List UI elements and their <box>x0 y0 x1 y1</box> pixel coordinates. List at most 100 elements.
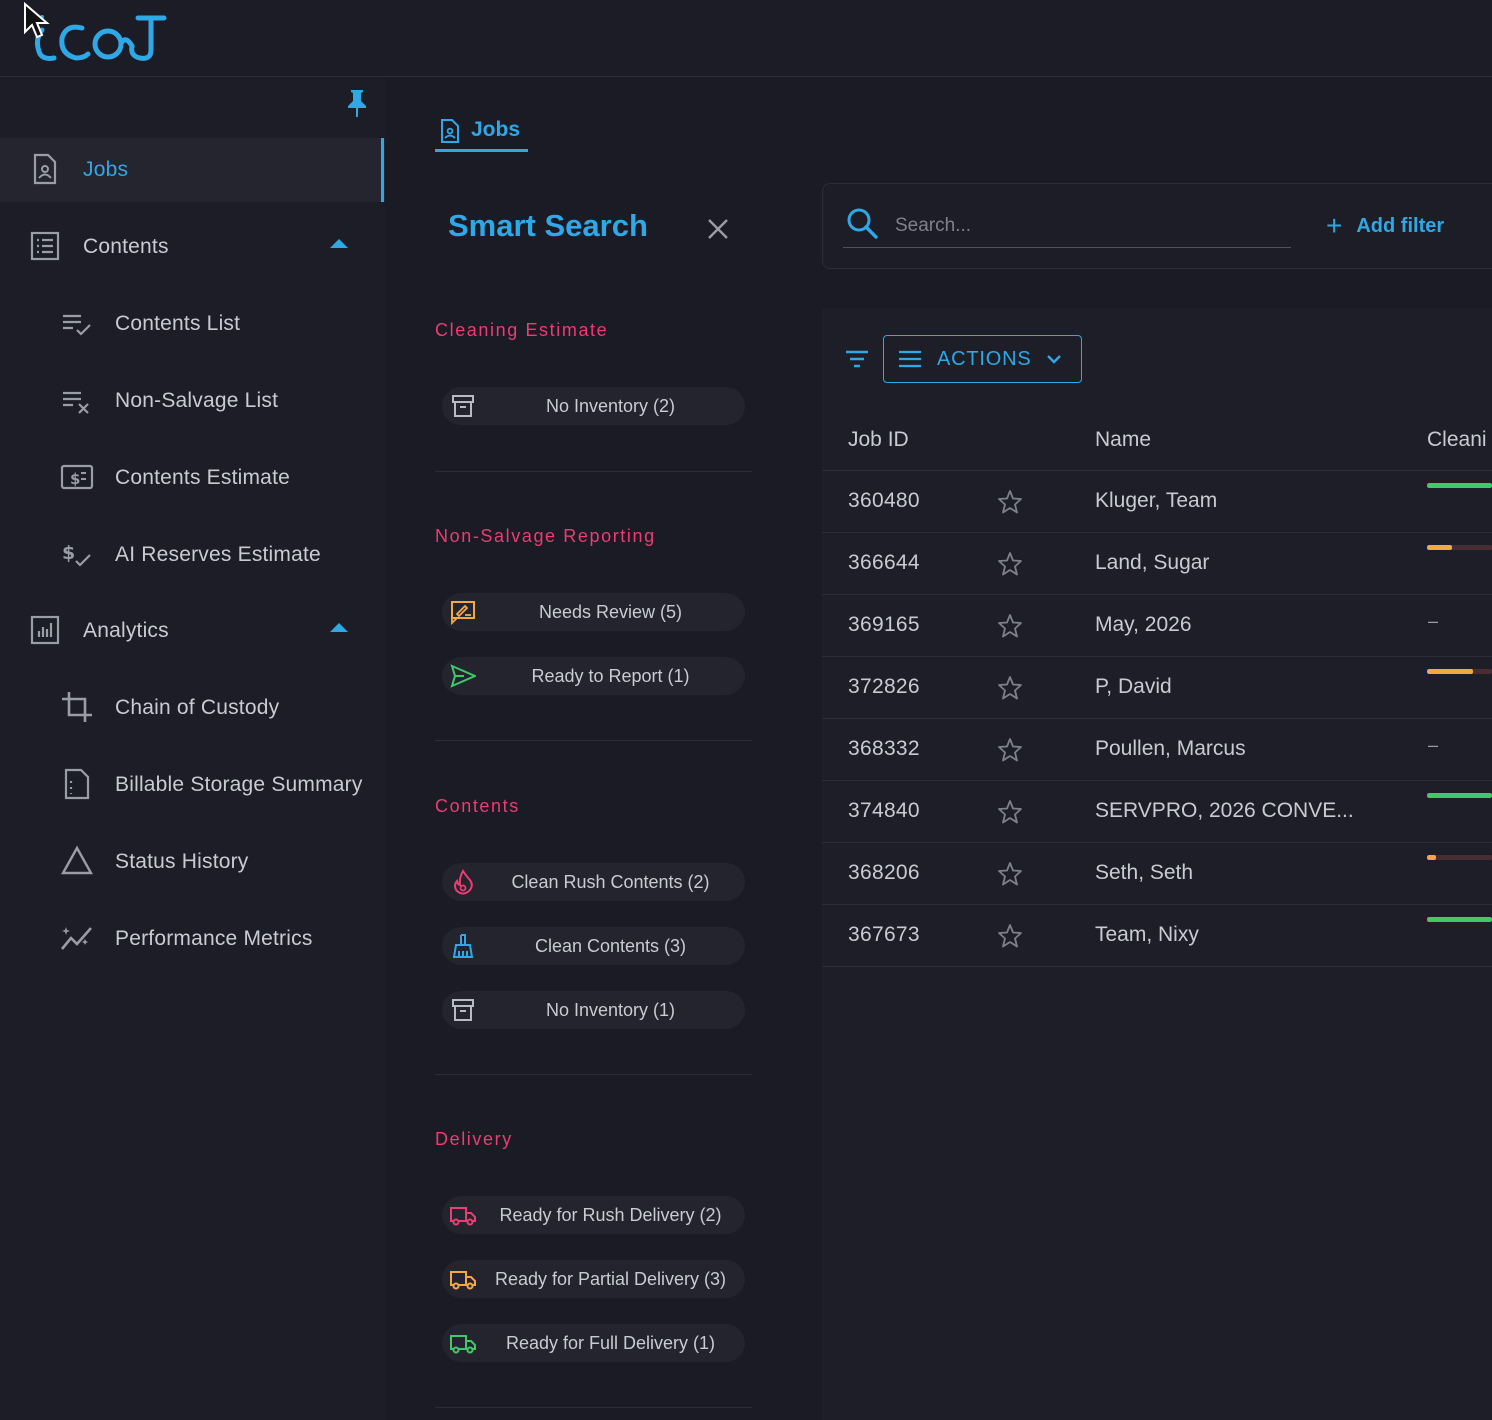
truck-icon <box>450 1271 476 1290</box>
table-row[interactable]: 372826 P, David <box>822 657 1492 719</box>
sidebar-item-non-salvage-list[interactable]: Non-Salvage List <box>0 369 385 433</box>
cleaning-progress-bar <box>1427 793 1492 798</box>
divider <box>435 740 752 741</box>
star-icon[interactable] <box>996 736 1024 764</box>
pill-label: Ready for Rush Delivery (2) <box>499 1205 722 1225</box>
plus-icon: + <box>1326 210 1343 241</box>
pill-no-inventory[interactable]: No Inventory (2) <box>442 387 745 425</box>
menu-icon <box>899 350 921 368</box>
star-icon[interactable] <box>996 860 1024 888</box>
caret-up-icon[interactable] <box>330 239 348 248</box>
pill-clean-contents[interactable]: Clean Contents (3) <box>442 927 745 965</box>
star-icon[interactable] <box>996 922 1024 950</box>
filter-icon[interactable] <box>844 348 870 370</box>
sidebar-item-ai-reserves-estimate[interactable]: $ AI Reserves Estimate <box>0 523 385 587</box>
cleaning-progress-bar <box>1427 917 1492 922</box>
document-person-icon <box>33 153 57 185</box>
sidebar-item-label: Jobs <box>83 158 129 181</box>
pill-label: Ready to Report (1) <box>531 666 690 686</box>
pill-label: Needs Review (5) <box>538 602 683 622</box>
pill-clean-rush-contents[interactable]: Clean Rush Contents (2) <box>442 863 745 901</box>
pill-ready-to-report[interactable]: Ready to Report (1) <box>442 657 745 695</box>
sidebar-item-label: Analytics <box>83 619 169 642</box>
pill-label: Clean Rush Contents (2) <box>511 872 710 892</box>
sidebar-item-label: Performance Metrics <box>115 927 313 950</box>
crop-icon <box>62 692 92 722</box>
pill-ready-for-full-delivery[interactable]: Ready for Full Delivery (1) <box>442 1324 745 1362</box>
mouse-cursor-icon <box>24 2 50 39</box>
divider <box>435 1407 752 1408</box>
column-header-name[interactable]: Name <box>1095 428 1151 452</box>
pill-no-inventory[interactable]: No Inventory (1) <box>442 991 745 1029</box>
sidebar: Jobs Contents Contents List Non-Salvage … <box>0 78 385 1420</box>
section-title-contents: Contents <box>435 796 520 816</box>
sidebar-item-analytics[interactable]: Analytics <box>0 599 385 663</box>
sidebar-item-billable-storage-summary[interactable]: Billable Storage Summary <box>0 753 385 817</box>
divider <box>435 471 752 472</box>
add-filter-button[interactable]: + Add filter <box>1326 211 1444 241</box>
sidebar-item-status-history[interactable]: Status History <box>0 830 385 894</box>
document-person-icon <box>441 119 459 143</box>
name-cell: Kluger, Team <box>1095 489 1218 512</box>
search-input[interactable] <box>843 204 1291 248</box>
archive-icon <box>452 999 474 1021</box>
column-header-job-id[interactable]: Job ID <box>848 428 909 452</box>
sidebar-item-chain-of-custody[interactable]: Chain of Custody <box>0 676 385 740</box>
section-title-cleaning-estimate: Cleaning Estimate <box>435 320 609 340</box>
table-row[interactable]: 369165 May, 2026 – <box>822 595 1492 657</box>
star-icon[interactable] <box>996 612 1024 640</box>
sidebar-item-label: Chain of Custody <box>115 696 280 719</box>
list-check-icon <box>63 314 91 336</box>
sidebar-item-contents[interactable]: Contents <box>0 215 385 279</box>
star-icon[interactable] <box>996 550 1024 578</box>
job-id-cell: 367673 <box>848 923 920 946</box>
actions-button[interactable]: ACTIONS <box>883 335 1082 383</box>
sidebar-item-label: Contents Estimate <box>115 466 290 489</box>
pin-icon[interactable] <box>344 88 370 118</box>
table-row[interactable]: 368332 Poullen, Marcus – <box>822 719 1492 781</box>
progress-fill <box>1427 917 1492 922</box>
chevron-down-icon <box>1047 355 1061 364</box>
close-icon[interactable] <box>705 216 731 242</box>
divider <box>435 1074 752 1075</box>
name-cell: Seth, Seth <box>1095 861 1194 884</box>
table-row[interactable]: 367673 Team, Nixy <box>822 905 1492 967</box>
progress-fill <box>1427 855 1437 860</box>
list-box-icon <box>30 231 60 261</box>
sidebar-item-performance-metrics[interactable]: Performance Metrics <box>0 907 385 971</box>
caret-up-icon[interactable] <box>330 623 348 632</box>
section-title-delivery: Delivery <box>435 1129 513 1149</box>
star-icon[interactable] <box>996 798 1024 826</box>
cleaning-progress-bar <box>1427 545 1492 550</box>
search-bar: + Add filter <box>822 183 1492 269</box>
job-id-cell: 360480 <box>848 489 920 512</box>
job-id-cell: 369165 <box>848 613 920 636</box>
triangle-icon <box>60 845 94 875</box>
pill-label: No Inventory (2) <box>545 396 676 416</box>
sidebar-item-jobs[interactable]: Jobs <box>0 138 385 202</box>
job-id-cell: 368332 <box>848 737 920 760</box>
name-cell: SERVPRO, 2026 CONVE... <box>1095 799 1354 822</box>
pill-needs-review[interactable]: Needs Review (5) <box>442 593 745 631</box>
pill-ready-for-rush-delivery[interactable]: Ready for Rush Delivery (2) <box>442 1196 745 1234</box>
table-row[interactable]: 366644 Land, Sugar <box>822 533 1492 595</box>
table-row[interactable]: 360480 Kluger, Team <box>822 471 1492 533</box>
star-icon[interactable] <box>996 488 1024 516</box>
pill-ready-for-partial-delivery[interactable]: Ready for Partial Delivery (3) <box>442 1260 745 1298</box>
dollar-box-icon: $ <box>60 464 94 490</box>
sidebar-item-contents-estimate[interactable]: $ Contents Estimate <box>0 446 385 510</box>
table-row[interactable]: 368206 Seth, Seth <box>822 843 1492 905</box>
section-title-non-salvage-reporting: Non-Salvage Reporting <box>435 526 656 546</box>
tab-jobs[interactable]: Jobs <box>435 114 528 152</box>
sparkle-chart-icon <box>60 927 92 950</box>
star-icon[interactable] <box>996 674 1024 702</box>
logo[interactable] <box>30 10 172 64</box>
name-cell: P, David <box>1095 675 1172 698</box>
chart-box-icon <box>30 615 60 645</box>
sidebar-item-contents-list[interactable]: Contents List <box>0 292 385 356</box>
name-cell: Poullen, Marcus <box>1095 737 1246 760</box>
cleaning-progress-bar <box>1427 483 1492 488</box>
table-row[interactable]: 374840 SERVPRO, 2026 CONVE... <box>822 781 1492 843</box>
column-header-cleaning[interactable]: Cleani <box>1427 428 1487 452</box>
tab-label: Jobs <box>471 118 521 141</box>
